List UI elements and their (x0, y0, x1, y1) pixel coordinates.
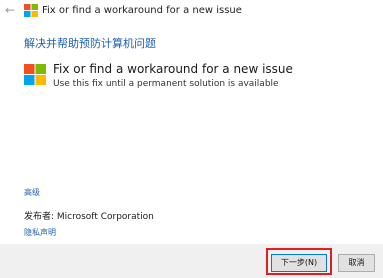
window-title: Fix or find a workaround for a new issue (42, 5, 242, 16)
publisher-text: 发布者: Microsoft Corporation (24, 212, 154, 222)
back-arrow-icon[interactable]: ← (5, 3, 15, 17)
page-heading: 解决并帮助预防计算机问题 (24, 37, 156, 50)
fix-option-title: Fix or find a workaround for a new issue (53, 62, 293, 76)
privacy-statement-link[interactable]: 隐私声明 (24, 227, 56, 238)
advanced-link[interactable]: 高级 (24, 187, 40, 198)
windows-logo-icon (24, 4, 38, 17)
title-bar: ← Fix or find a workaround for a new iss… (0, 0, 383, 22)
fix-option-description: Use this fix until a permanent solution … (53, 79, 279, 89)
fix-option[interactable]: Fix or find a workaround for a new issue… (24, 62, 354, 96)
next-button[interactable]: 下一步(N) (271, 254, 327, 272)
windows-logo-icon (24, 64, 46, 85)
cancel-button[interactable]: 取消 (338, 254, 375, 272)
